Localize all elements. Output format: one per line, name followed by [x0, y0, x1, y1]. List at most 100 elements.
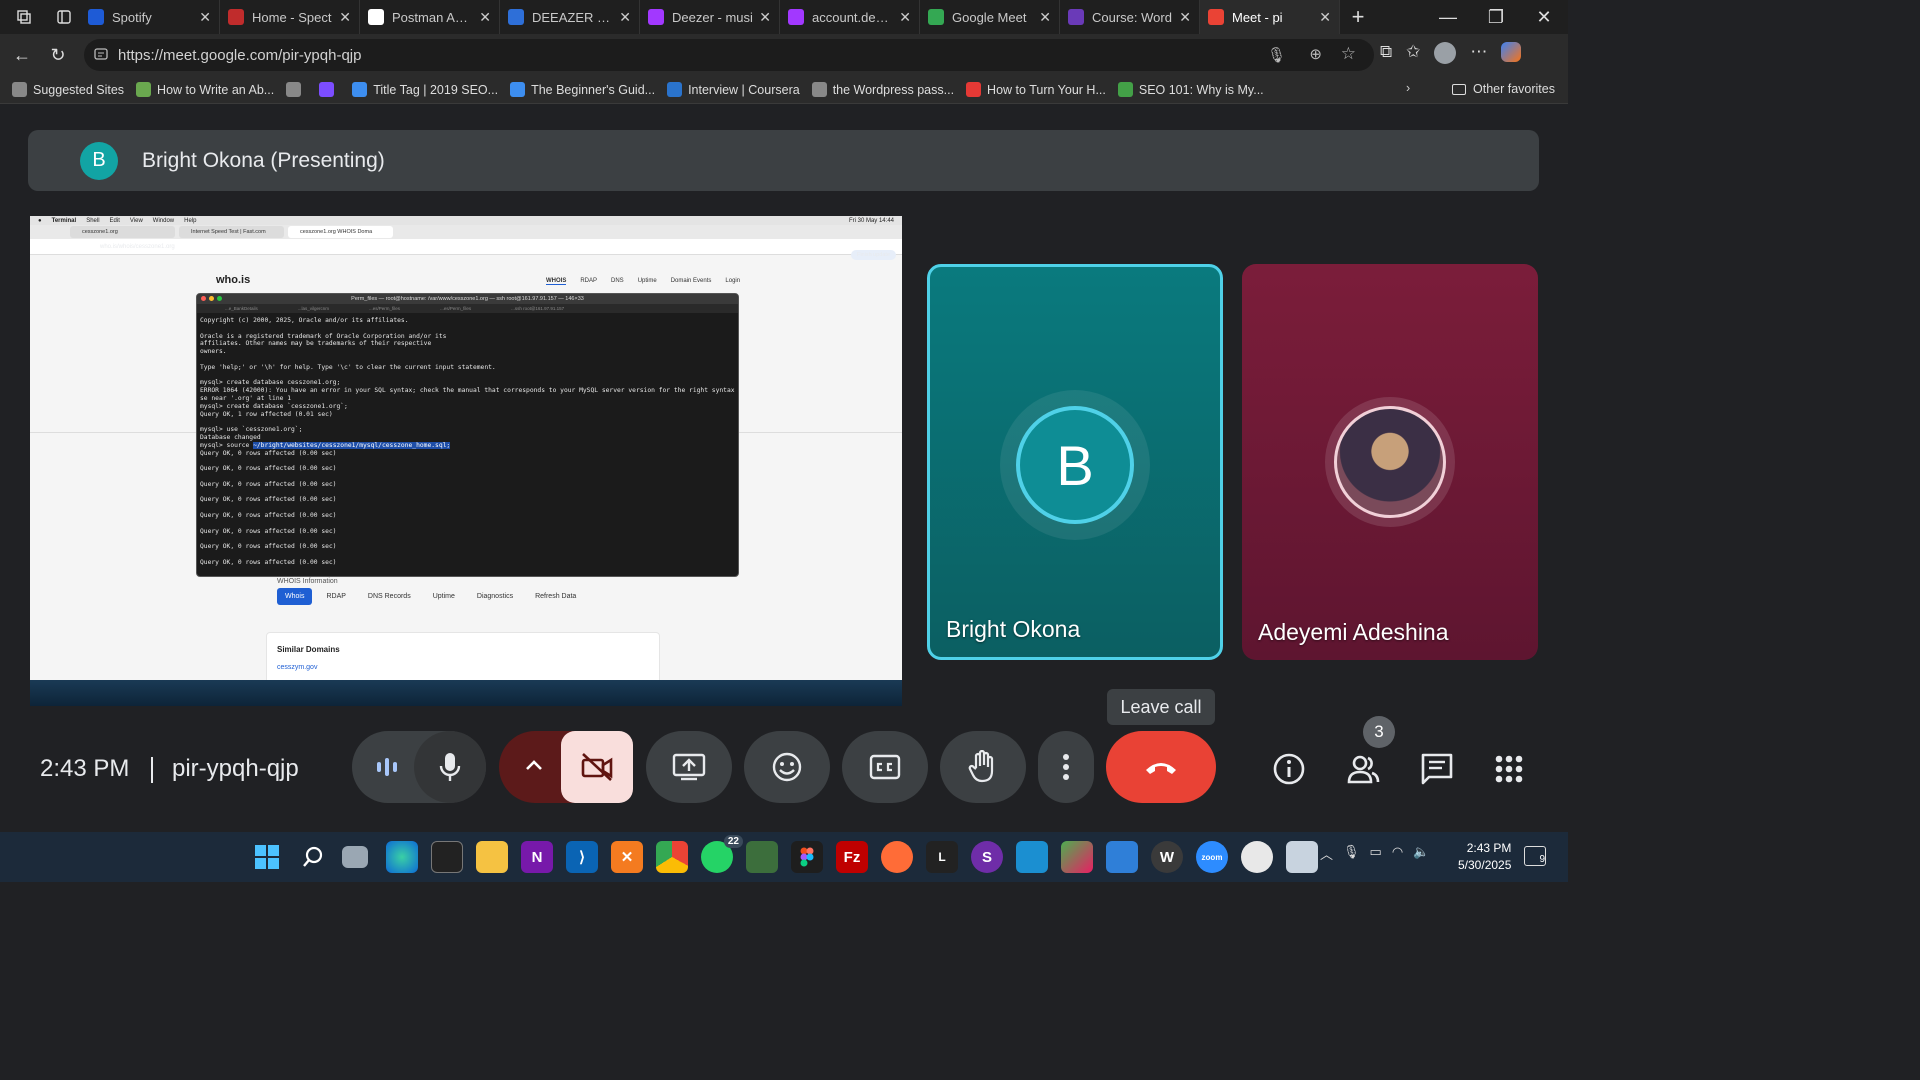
close-tab-icon[interactable]: ✕: [339, 9, 351, 26]
close-tab-icon[interactable]: ✕: [1319, 9, 1331, 26]
browser-tab[interactable]: DEEAZER - Sea ✕: [500, 0, 640, 34]
new-tab-button[interactable]: +: [1340, 0, 1376, 35]
favorite-star-icon[interactable]: ☆: [1341, 44, 1356, 64]
camera-options-chevron-icon[interactable]: [523, 755, 545, 777]
zoom-app-icon[interactable]: zoom: [1196, 841, 1228, 873]
teams-icon[interactable]: [1016, 841, 1048, 873]
microphone-button[interactable]: [414, 731, 486, 803]
reload-icon[interactable]: ↻: [40, 37, 76, 73]
participant-tile-bright[interactable]: B Bright Okona: [927, 264, 1223, 660]
browser-tab[interactable]: Meet - pi ✕: [1200, 0, 1340, 34]
vscode-icon[interactable]: ⟩: [566, 841, 598, 873]
zoom-icon[interactable]: ⊕: [1309, 45, 1322, 63]
task-view-icon[interactable]: [342, 846, 368, 868]
onenote-icon[interactable]: N: [521, 841, 553, 873]
xampp-icon[interactable]: ✕: [611, 841, 643, 873]
browser-tab[interactable]: Spotify ✕: [80, 0, 220, 34]
file-explorer-icon[interactable]: [476, 841, 508, 873]
start-icon[interactable]: [251, 841, 283, 873]
close-tab-icon[interactable]: ✕: [899, 9, 911, 26]
search-icon[interactable]: [297, 841, 329, 873]
microphone-permission-icon[interactable]: 🎙: [1267, 46, 1286, 64]
battery-icon[interactable]: ▭: [1370, 844, 1382, 863]
back-icon[interactable]: ←: [4, 37, 40, 73]
bookmark-item[interactable]: Interview | Coursera: [667, 82, 800, 97]
leave-call-button[interactable]: [1106, 731, 1216, 803]
bookmarks-overflow-icon[interactable]: ›: [1406, 81, 1410, 95]
participant-tile-adeyemi[interactable]: Adeyemi Adeshina: [1242, 264, 1538, 660]
close-tab-icon[interactable]: ✕: [199, 9, 211, 26]
close-tab-icon[interactable]: ✕: [759, 9, 771, 26]
filezilla-icon[interactable]: Fz: [836, 841, 868, 873]
minimize-window-icon[interactable]: —: [1424, 0, 1472, 35]
local-app-icon[interactable]: L: [926, 841, 958, 873]
extensions-icon[interactable]: ⧉: [1380, 42, 1392, 64]
browser-tab[interactable]: Postman API F ✕: [360, 0, 500, 34]
raise-hand-button[interactable]: [940, 731, 1026, 803]
postman-icon[interactable]: [881, 841, 913, 873]
reactions-button[interactable]: [744, 731, 830, 803]
more-options-button[interactable]: [1038, 731, 1094, 803]
audio-level-icon[interactable]: [374, 757, 400, 777]
shared-screen[interactable]: ● Terminal Shell Edit View Window Help Fri 30…: [30, 216, 902, 706]
activities-icon[interactable]: [1494, 754, 1524, 789]
bookmark-item[interactable]: Title Tag | 2019 SEO...: [352, 82, 498, 97]
wordpress-icon[interactable]: W: [1151, 841, 1183, 873]
bookmark-item[interactable]: How to Turn Your H...: [966, 82, 1106, 97]
more-menu-icon[interactable]: ⋯: [1470, 42, 1487, 64]
browser-tab[interactable]: Home - Spect ✕: [220, 0, 360, 34]
app-cloud-icon[interactable]: [1241, 841, 1273, 873]
bookmark-item[interactable]: the Wordpress pass...: [811, 82, 954, 97]
close-tab-icon[interactable]: ✕: [479, 9, 491, 26]
bookmark-item[interactable]: How to Write an Ab...: [136, 82, 274, 97]
remote-desktop-icon[interactable]: [1286, 841, 1318, 873]
tab-actions-icon[interactable]: [48, 0, 80, 35]
tray-mic-icon[interactable]: 🎙: [1343, 844, 1360, 863]
captions-button[interactable]: [842, 731, 928, 803]
favorites-icon[interactable]: ✩: [1406, 42, 1420, 64]
wifi-icon[interactable]: ◠: [1392, 844, 1403, 863]
present-screen-button[interactable]: [646, 731, 732, 803]
browser-tab[interactable]: Google Meet ✕: [920, 0, 1060, 34]
people-icon[interactable]: [1346, 752, 1380, 791]
figma-icon[interactable]: [791, 841, 823, 873]
bookmark-item[interactable]: [319, 82, 340, 97]
address-bar[interactable]: https://meet.google.com/pir-ypqh-qjp 🎙 ⊕…: [84, 39, 1374, 71]
profile-avatar[interactable]: [1434, 42, 1457, 64]
notifications-icon[interactable]: 9: [1524, 846, 1546, 866]
bookmark-item[interactable]: SEO 101: Why is My...: [1117, 82, 1264, 97]
edge-icon[interactable]: [386, 841, 418, 873]
tray-overflow-icon[interactable]: ︿: [1320, 844, 1333, 863]
bookmark-item[interactable]: [286, 82, 307, 97]
workspaces-icon[interactable]: [0, 0, 48, 35]
camera-toggle-button[interactable]: [561, 731, 633, 803]
taskbar-clock[interactable]: 2:43 PM 5/30/2025: [1458, 840, 1511, 874]
meeting-details-icon[interactable]: [1272, 752, 1306, 791]
copilot-icon[interactable]: [1501, 42, 1522, 62]
chat-icon[interactable]: [1420, 752, 1454, 791]
bookmark-item[interactable]: The Beginner's Guid...: [510, 82, 655, 97]
browser-tab[interactable]: Course: Word ✕: [1060, 0, 1200, 34]
similar-domains-title: Similar Domains: [277, 645, 340, 654]
close-window-icon[interactable]: ✕: [1520, 0, 1568, 35]
app-s-icon[interactable]: S: [971, 841, 1003, 873]
other-favorites-folder[interactable]: Other favorites: [1452, 82, 1555, 96]
volume-icon[interactable]: 🔈: [1413, 844, 1429, 863]
close-tab-icon[interactable]: ✕: [1179, 9, 1191, 26]
terminal-app-icon[interactable]: [431, 841, 463, 873]
browser-tab[interactable]: Deezer - musi ✕: [640, 0, 780, 34]
browser-tab[interactable]: account.deeze ✕: [780, 0, 920, 34]
close-tab-icon[interactable]: ✕: [619, 9, 631, 26]
app-diamond-icon[interactable]: [1061, 841, 1093, 873]
notepad-icon[interactable]: [1106, 841, 1138, 873]
site-info-icon[interactable]: [94, 47, 108, 65]
tab-favicon-icon: [88, 9, 104, 25]
bookmark-item[interactable]: Suggested Sites: [12, 82, 124, 97]
close-tab-icon[interactable]: ✕: [1039, 9, 1051, 26]
bookmark-favicon-icon: [510, 82, 526, 97]
chrome-icon[interactable]: [656, 841, 688, 873]
whatsapp-icon[interactable]: 22: [701, 835, 743, 873]
maximize-window-icon[interactable]: ❐: [1472, 0, 1520, 35]
snipping-tool-icon[interactable]: [746, 841, 778, 873]
leave-call-tooltip: Leave call: [1107, 689, 1215, 725]
